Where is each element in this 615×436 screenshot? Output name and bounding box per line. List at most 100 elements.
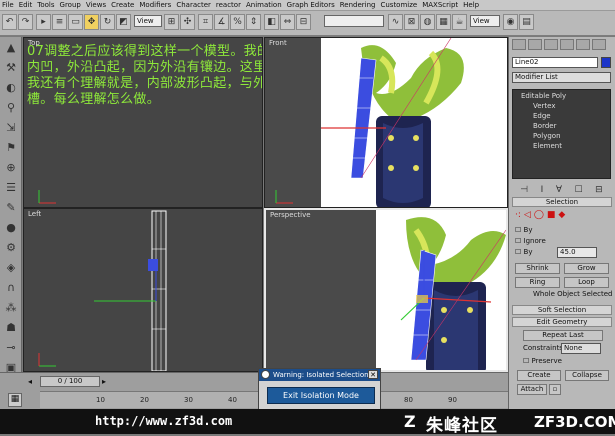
viewport-left[interactable]: Left <box>23 208 263 372</box>
menu-item[interactable]: Rendering <box>340 1 376 9</box>
named-selection-sets-dropdown[interactable] <box>324 15 384 27</box>
manipulate-icon[interactable]: ✣ <box>180 14 195 30</box>
align-icon[interactable]: ⊟ <box>296 14 311 30</box>
vertex-icon[interactable]: ⇲ <box>4 121 18 135</box>
wrench-icon[interactable]: ✎ <box>4 201 18 215</box>
menu-item[interactable]: reactor <box>216 1 241 9</box>
utilities-tab-icon[interactable] <box>592 39 606 50</box>
time-slider[interactable]: 0 / 100 <box>40 376 100 387</box>
menu-item[interactable]: Character <box>176 1 211 9</box>
mirror-icon[interactable]: ⇔ <box>280 14 295 30</box>
menu-item[interactable]: Customize <box>380 1 417 9</box>
select-region-icon[interactable]: ▭ <box>68 14 83 30</box>
menu-item[interactable]: File <box>2 1 14 9</box>
menu-item[interactable]: Views <box>86 1 106 9</box>
named-selection-icon[interactable]: ◧ <box>264 14 279 30</box>
show-end-result-icon[interactable]: Ι <box>541 185 544 197</box>
key-icon[interactable]: ⊸ <box>4 341 18 355</box>
stack-item[interactable]: Border <box>533 122 556 130</box>
stack-item[interactable]: Edge <box>533 112 551 120</box>
display-tab-icon[interactable] <box>576 39 590 50</box>
snap-icon[interactable]: ⌗ <box>198 14 213 30</box>
figure-icon[interactable]: ☗ <box>4 321 18 335</box>
selection-rollout[interactable]: Selection <box>512 197 612 207</box>
object-name-field[interactable]: Line02 <box>512 57 598 68</box>
dialog-title-bar[interactable]: Warning: Isolated Selection ✕ <box>259 369 380 381</box>
configure-icon[interactable]: ⊟ <box>595 185 603 197</box>
menu-item[interactable]: Create <box>111 1 134 9</box>
viewport-perspective[interactable]: Perspective <box>264 208 508 372</box>
undo-icon[interactable]: ↶ <box>2 14 17 30</box>
angle-snap-icon[interactable]: ∡ <box>214 14 229 30</box>
prev-frame-icon[interactable]: ◂ <box>28 377 38 387</box>
menu-item[interactable]: Graph Editors <box>287 1 335 9</box>
create-tab-icon[interactable] <box>512 39 526 50</box>
modifier-list-dropdown[interactable]: Modifier List <box>512 72 611 83</box>
material-editor-icon[interactable]: ◍ <box>420 14 435 30</box>
edge-mode-icon[interactable]: ◁ <box>524 210 531 222</box>
grow-button[interactable]: Grow <box>564 263 609 274</box>
pin-stack-icon[interactable]: ⊣ <box>520 185 528 197</box>
particle-icon[interactable]: ⁂ <box>4 301 18 315</box>
border-mode-icon[interactable]: ◯ <box>534 210 544 222</box>
viewport-front[interactable]: Front <box>264 37 508 208</box>
by-angle-checkbox[interactable]: ☐ By <box>515 248 532 256</box>
make-unique-icon[interactable]: ∀ <box>556 185 562 197</box>
menu-item[interactable]: Tools <box>37 1 54 9</box>
object-color-swatch[interactable] <box>601 57 611 68</box>
script-listener-icon[interactable]: ▦ <box>8 393 22 407</box>
magnet-icon[interactable]: ∩ <box>4 281 18 295</box>
stack-item[interactable]: Polygon <box>533 132 561 140</box>
camera-icon[interactable]: ◈ <box>4 261 18 275</box>
attach-button[interactable]: Attach <box>517 384 547 395</box>
select-object-icon[interactable]: ▸ <box>36 14 51 30</box>
select-by-name-icon[interactable]: ≡ <box>52 14 67 30</box>
curve-editor-icon[interactable]: ∿ <box>388 14 403 30</box>
preserve-uvs-checkbox[interactable]: ☐ Preserve <box>523 357 562 365</box>
select-move-icon[interactable]: ✥ <box>84 14 99 30</box>
hammer-icon[interactable]: ⚒ <box>4 61 18 75</box>
motion-tab-icon[interactable] <box>560 39 574 50</box>
stack-icon[interactable]: ☰ <box>4 181 18 195</box>
stack-item[interactable]: Element <box>533 142 562 150</box>
render-setup-icon[interactable]: ▦ <box>436 14 451 30</box>
menu-item[interactable]: Group <box>60 1 81 9</box>
menu-item[interactable]: Animation <box>246 1 282 9</box>
render-frame-icon[interactable]: ☕ <box>452 14 467 30</box>
vertex-mode-icon[interactable]: ·: <box>515 210 521 222</box>
graphite-icon[interactable]: ▲ <box>4 41 18 55</box>
redo-icon[interactable]: ↷ <box>18 14 33 30</box>
viewport-label[interactable]: Front <box>269 39 287 47</box>
by-vertex-checkbox[interactable]: ☐ By <box>515 226 532 234</box>
layers-icon[interactable]: ⊕ <box>4 161 18 175</box>
sphere-icon[interactable]: ● <box>4 221 18 235</box>
quick-render-icon[interactable]: ◉ <box>503 14 518 30</box>
menu-item[interactable]: MAXScript <box>422 1 458 9</box>
pivot-icon[interactable]: ⊞ <box>164 14 179 30</box>
schematic-view-icon[interactable]: ⊠ <box>404 14 419 30</box>
render-type-dropdown[interactable]: View <box>470 15 500 27</box>
ignore-backfacing-checkbox[interactable]: ☐ Ignore <box>515 237 546 245</box>
constraints-dropdown[interactable]: None <box>561 343 601 354</box>
polygon-mode-icon[interactable]: ■ <box>547 210 556 222</box>
attach-list-icon[interactable]: ▫ <box>549 384 561 395</box>
edit-geometry-rollout[interactable]: Edit Geometry <box>512 317 612 327</box>
loop-button[interactable]: Loop <box>564 277 609 288</box>
modifier-stack[interactable]: Editable Poly Vertex Edge Border Polygon… <box>512 89 611 179</box>
reference-coordinate-dropdown[interactable]: View <box>134 15 162 27</box>
close-icon[interactable]: ✕ <box>368 370 378 379</box>
ring-button[interactable]: Ring <box>515 277 560 288</box>
create-button[interactable]: Create <box>517 370 561 381</box>
select-scale-icon[interactable]: ◩ <box>116 14 131 30</box>
hierarchy-tab-icon[interactable] <box>544 39 558 50</box>
select-rotate-icon[interactable]: ↻ <box>100 14 115 30</box>
menu-item[interactable]: Modifiers <box>139 1 171 9</box>
shrink-button[interactable]: Shrink <box>515 263 560 274</box>
viewport-top[interactable]: Top 07调整之后应该得到这样一个模型。我的理解是里面内凹，外沿凸起，因为外沿… <box>23 37 263 208</box>
modify-tab-icon[interactable] <box>528 39 542 50</box>
active-shade-icon[interactable]: ▤ <box>519 14 534 30</box>
stack-item[interactable]: Vertex <box>533 102 556 110</box>
angle-threshold-field[interactable]: 45.0 <box>557 247 597 258</box>
element-mode-icon[interactable]: ◆ <box>558 210 565 222</box>
next-frame-icon[interactable]: ▸ <box>102 377 112 387</box>
